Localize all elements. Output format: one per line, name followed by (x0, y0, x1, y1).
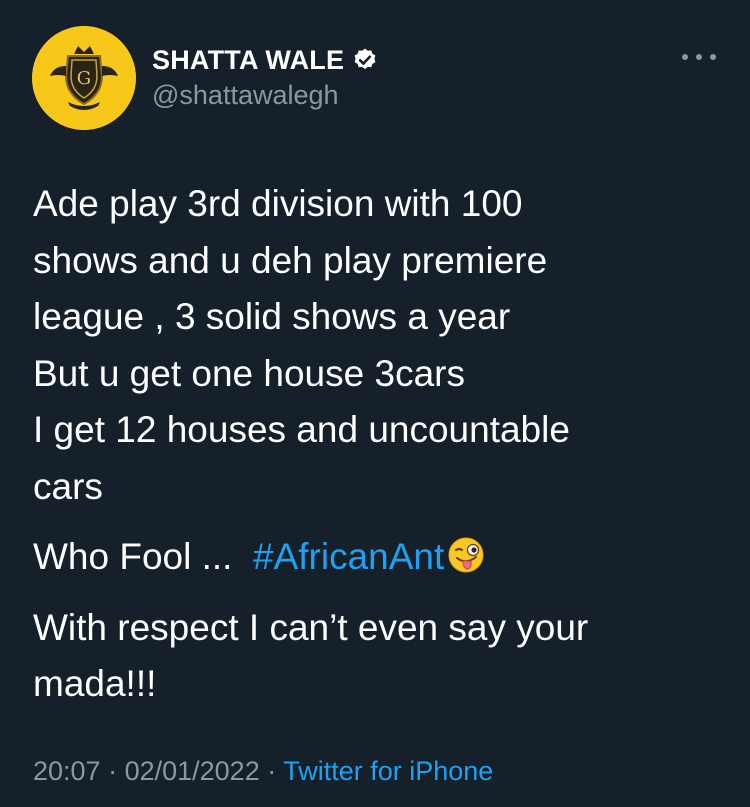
tweet-line: But u get one house 3cars (33, 352, 465, 394)
tweet-time[interactable]: 20:07 (33, 756, 101, 786)
verified-badge-icon (352, 47, 378, 73)
tweet-source-link[interactable]: Twitter for iPhone (283, 756, 493, 786)
more-options-icon[interactable] (682, 46, 716, 68)
author-handle[interactable]: @shattawalegh (152, 80, 339, 111)
meta-separator: · (259, 756, 284, 786)
tweet-line-hashtag: Who Fool ... #AfricanAnt (33, 529, 723, 586)
winking-face-with-tongue-icon (446, 535, 486, 575)
tweet-meta: 20:07 · 02/01/2022 · Twitter for iPhone (33, 756, 493, 787)
tweet-line: mada!!! (33, 663, 157, 704)
tweet-card: G SHATTA WALE @shattawalegh Ade play 3rd… (0, 0, 750, 807)
more-dot (682, 54, 688, 60)
tweet-line: shows and u deh play premiere (33, 239, 548, 281)
tweet-text: Ade play 3rd division with 100 shows and… (33, 176, 723, 713)
tweet-line: With respect I can’t even say your (33, 606, 589, 648)
gold-crest-icon: G (32, 26, 136, 130)
tweet-line: league , 3 solid shows a year (33, 296, 511, 337)
hashtag-link[interactable]: #AfricanAnt (253, 536, 444, 577)
svg-text:G: G (77, 68, 91, 89)
tweet-line: Ade play 3rd division with 100 (33, 183, 523, 224)
tweet-date[interactable]: 02/01/2022 (125, 756, 260, 786)
tweet-line: cars (33, 465, 103, 507)
avatar[interactable]: G (32, 26, 136, 130)
author-display-name[interactable]: SHATTA WALE (152, 45, 344, 76)
tweet-line: I get 12 houses and uncountable (33, 409, 570, 450)
author-name-row[interactable]: SHATTA WALE (152, 42, 378, 78)
tweet-prefix: Who Fool ... (33, 536, 254, 577)
meta-separator: · (100, 756, 125, 786)
more-dot (710, 54, 716, 60)
more-dot (696, 54, 702, 60)
